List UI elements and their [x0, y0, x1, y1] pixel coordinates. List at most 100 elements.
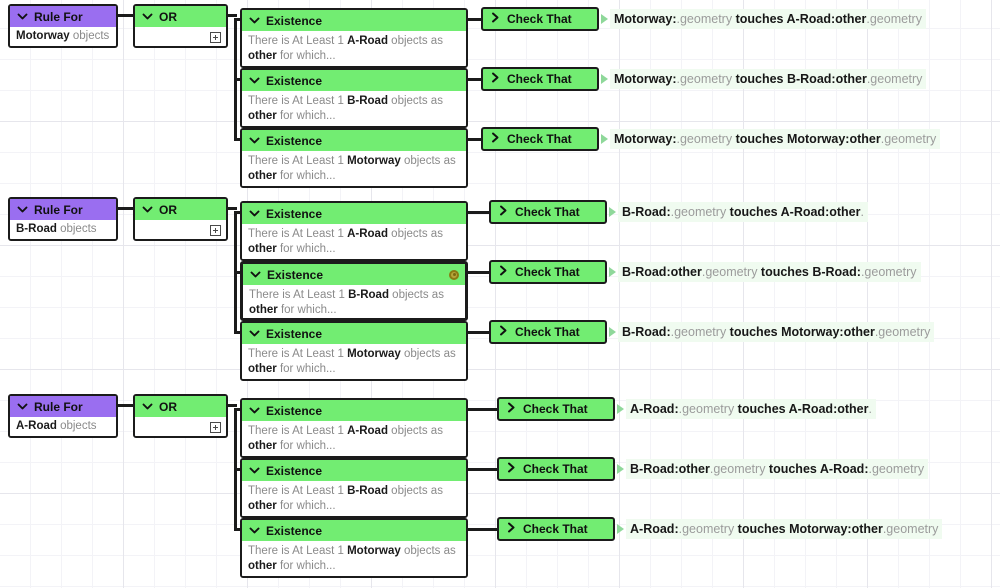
- existence-node[interactable]: Existence There is At Least 1 Motorway ob…: [240, 518, 468, 578]
- connector-existence-to-check: [468, 138, 481, 141]
- connector-arrow-icon: [609, 327, 616, 337]
- check-that-node[interactable]: Check That: [489, 260, 607, 284]
- existence-header[interactable]: Existence: [242, 520, 466, 541]
- expression-text[interactable]: B-Road:other.geometry touches A-Road:.ge…: [626, 459, 929, 479]
- check-that-node[interactable]: Check That: [489, 200, 607, 224]
- check-that-node[interactable]: Check That: [497, 457, 615, 481]
- check-that-node[interactable]: Check That: [481, 127, 599, 151]
- rule-for-subject: Motorway objects: [10, 27, 116, 46]
- existence-description: There is At Least 1 A-Road objects as oth…: [242, 224, 466, 259]
- existence-title: Existence: [266, 403, 323, 418]
- expression-text[interactable]: Motorway:.geometry touches Motorway:othe…: [610, 129, 941, 149]
- connector-or-stub: [228, 404, 237, 407]
- connector-rule-to-or: [118, 404, 133, 407]
- check-that-node[interactable]: Check That: [481, 7, 599, 31]
- rule-for-node[interactable]: Rule For B-Road objects: [8, 197, 118, 241]
- existence-node[interactable]: Existence There is At Least 1 B-Road obje…: [240, 458, 468, 518]
- existence-node[interactable]: Existence There is At Least 1 A-Road obje…: [240, 398, 468, 458]
- existence-header[interactable]: Existence: [242, 400, 466, 421]
- check-that-node[interactable]: Check That: [497, 517, 615, 541]
- rule-editor-canvas[interactable]: Rule For Motorway objects OR Existence There…: [0, 0, 1000, 588]
- existence-header[interactable]: Existence: [242, 130, 466, 151]
- chevron-down-icon[interactable]: [16, 400, 29, 413]
- connector-existence-to-check: [468, 331, 489, 334]
- chevron-down-icon[interactable]: [248, 14, 261, 27]
- check-that-label: Check That: [515, 265, 580, 279]
- or-header[interactable]: OR: [135, 396, 226, 417]
- connector-arrow-icon: [617, 404, 624, 414]
- existence-header[interactable]: Existence: [242, 460, 466, 481]
- chevron-down-icon[interactable]: [248, 404, 261, 417]
- expand-plus-icon[interactable]: [210, 422, 221, 433]
- chevron-down-icon[interactable]: [248, 134, 261, 147]
- expression-text[interactable]: B-Road:.geometry touches Motorway:other.…: [618, 322, 935, 342]
- expand-plus-icon[interactable]: [210, 32, 221, 43]
- chevron-down-icon[interactable]: [248, 74, 261, 87]
- chevron-right-icon[interactable]: [505, 521, 517, 537]
- chevron-down-icon[interactable]: [141, 400, 154, 413]
- connector-arrow-icon: [601, 134, 608, 144]
- or-operator-node[interactable]: OR: [133, 394, 228, 438]
- expand-plus-icon[interactable]: [210, 225, 221, 236]
- chevron-right-icon[interactable]: [497, 324, 509, 340]
- existence-header[interactable]: Existence: [242, 10, 466, 31]
- existence-node[interactable]: Existence There is At Least 1 B-Road obje…: [240, 68, 468, 128]
- chevron-down-icon[interactable]: [16, 203, 29, 216]
- chevron-down-icon[interactable]: [141, 10, 154, 23]
- chevron-right-icon[interactable]: [505, 461, 517, 477]
- chevron-right-icon[interactable]: [505, 401, 517, 417]
- existence-header[interactable]: Existence: [242, 70, 466, 91]
- chevron-right-icon[interactable]: [497, 204, 509, 220]
- expression-text[interactable]: Motorway:.geometry touches B-Road:other.…: [610, 69, 927, 89]
- connector-existence-to-check: [468, 271, 489, 274]
- check-that-node[interactable]: Check That: [489, 320, 607, 344]
- rule-for-node[interactable]: Rule For Motorway objects: [8, 4, 118, 48]
- existence-node[interactable]: Existence There is At Least 1 Motorway ob…: [240, 321, 468, 381]
- existence-header[interactable]: Existence: [242, 203, 466, 224]
- status-marker-icon[interactable]: [449, 269, 459, 280]
- or-header[interactable]: OR: [135, 6, 226, 27]
- chevron-right-icon[interactable]: [489, 71, 501, 87]
- existence-node[interactable]: Existence There is At Least 1 A-Road obje…: [240, 201, 468, 261]
- connector-rule-to-or: [118, 14, 133, 17]
- check-that-label: Check That: [507, 72, 572, 86]
- expression-text[interactable]: A-Road:.geometry touches A-Road:other.: [626, 399, 876, 419]
- chevron-down-icon[interactable]: [248, 524, 261, 537]
- check-that-node[interactable]: Check That: [481, 67, 599, 91]
- or-operator-node[interactable]: OR: [133, 197, 228, 241]
- or-operator-node[interactable]: OR: [133, 4, 228, 48]
- existence-node[interactable]: Existence There is At Least 1 B-Road obje…: [240, 261, 468, 321]
- chevron-right-icon[interactable]: [497, 264, 509, 280]
- existence-header[interactable]: Existence: [242, 323, 466, 344]
- or-header[interactable]: OR: [135, 199, 226, 220]
- expression-text[interactable]: B-Road:.geometry touches A-Road:other.: [618, 202, 868, 222]
- expression-text[interactable]: B-Road:other.geometry touches B-Road:.ge…: [618, 262, 921, 282]
- rule-for-header[interactable]: Rule For: [10, 199, 116, 220]
- chevron-down-icon[interactable]: [248, 327, 261, 340]
- connector-existence-to-check: [468, 18, 481, 21]
- rule-for-title: Rule For: [34, 9, 83, 24]
- rule-for-header[interactable]: Rule For: [10, 396, 116, 417]
- chevron-down-icon[interactable]: [248, 464, 261, 477]
- connector-arrow-icon: [609, 207, 616, 217]
- chevron-down-icon[interactable]: [249, 268, 262, 281]
- rule-for-header[interactable]: Rule For: [10, 6, 116, 27]
- existence-title: Existence: [266, 326, 323, 341]
- existence-description: There is At Least 1 Motorway objects as o…: [242, 344, 466, 379]
- existence-description: There is At Least 1 A-Road objects as oth…: [242, 31, 466, 66]
- check-that-label: Check That: [523, 462, 588, 476]
- check-that-label: Check That: [507, 132, 572, 146]
- check-that-node[interactable]: Check That: [497, 397, 615, 421]
- existence-description: There is At Least 1 Motorway objects as o…: [242, 151, 466, 186]
- existence-node[interactable]: Existence There is At Least 1 A-Road obje…: [240, 8, 468, 68]
- existence-header[interactable]: Existence: [243, 264, 465, 285]
- chevron-down-icon[interactable]: [16, 10, 29, 23]
- rule-for-node[interactable]: Rule For A-Road objects: [8, 394, 118, 438]
- expression-text[interactable]: Motorway:.geometry touches A-Road:other.…: [610, 9, 926, 29]
- expression-text[interactable]: A-Road:.geometry touches Motorway:other.…: [626, 519, 943, 539]
- chevron-right-icon[interactable]: [489, 131, 501, 147]
- chevron-down-icon[interactable]: [248, 207, 261, 220]
- chevron-down-icon[interactable]: [141, 203, 154, 216]
- chevron-right-icon[interactable]: [489, 11, 501, 27]
- existence-node[interactable]: Existence There is At Least 1 Motorway ob…: [240, 128, 468, 188]
